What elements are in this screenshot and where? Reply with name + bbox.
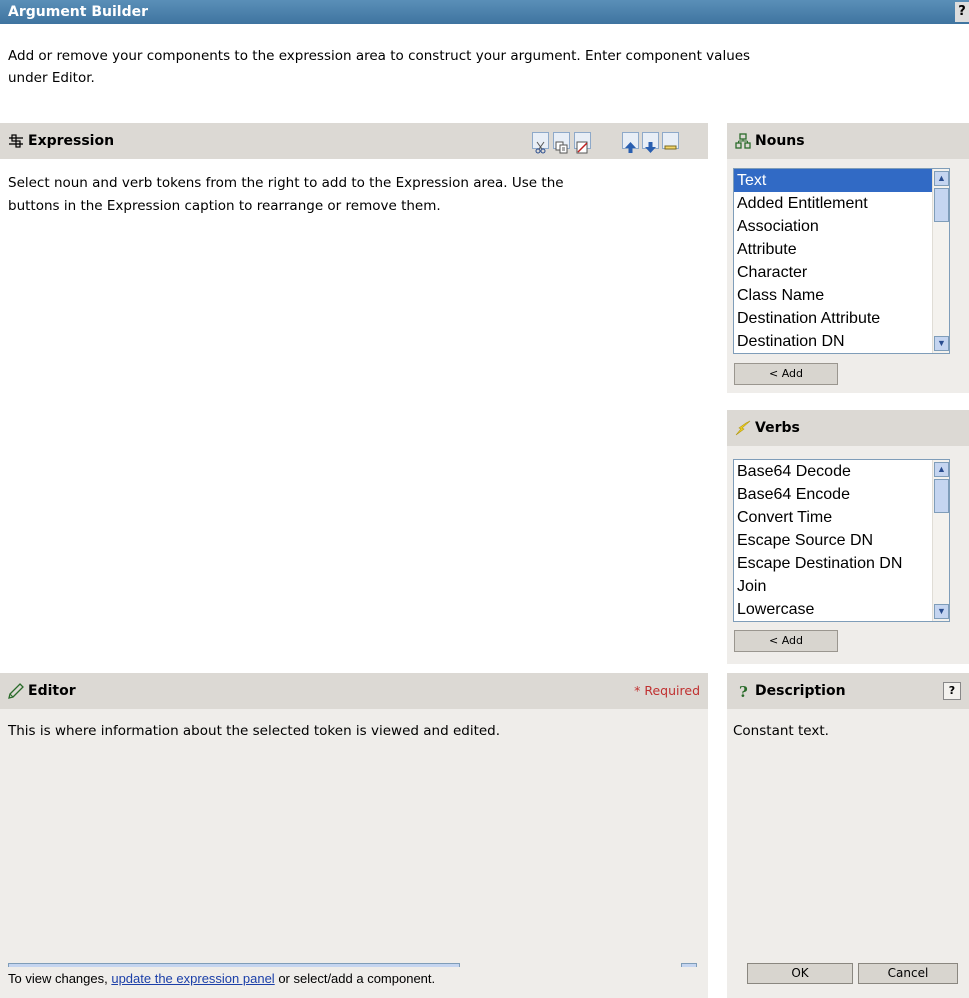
list-item[interactable]: Destination Attribute	[734, 307, 949, 330]
list-item[interactable]: Association	[734, 215, 949, 238]
scroll-up-icon[interactable]: ▲	[934, 462, 949, 477]
update-expression-link[interactable]: update the expression panel	[111, 971, 274, 986]
verbs-title: Verbs	[755, 420, 800, 436]
expression-title: Expression	[28, 133, 115, 149]
required-indicator: * Required	[634, 683, 700, 698]
list-item[interactable]: Class Name	[734, 284, 949, 307]
editor-title: Editor	[28, 683, 76, 699]
list-item[interactable]: Convert Time	[734, 506, 949, 529]
nouns-list[interactable]: Text Added Entitlement Association Attri…	[733, 168, 950, 354]
question-icon: ?	[739, 683, 748, 699]
nouns-icon	[735, 133, 751, 149]
scroll-thumb[interactable]	[934, 188, 949, 222]
svg-text:?: ?	[739, 683, 748, 699]
nouns-title: Nouns	[755, 133, 805, 149]
verbs-list[interactable]: Base64 Decode Base64 Encode Convert Time…	[733, 459, 950, 622]
list-item[interactable]: Attribute	[734, 238, 949, 261]
expression-icon	[9, 134, 23, 148]
editor-info-text: This is where information about the sele…	[8, 723, 501, 739]
window-title-bar: Argument Builder ?	[0, 0, 969, 24]
move-down-icon[interactable]	[642, 132, 659, 153]
editor-header: Editor * Required	[0, 673, 708, 709]
footer-prefix: To view changes,	[8, 971, 112, 986]
scroll-up-icon[interactable]: ▲	[934, 171, 949, 186]
remove-icon[interactable]	[662, 132, 679, 150]
cut-icon[interactable]	[532, 132, 549, 154]
list-item[interactable]: Character	[734, 261, 949, 284]
intro-text-line1: Add or remove your components to the exp…	[8, 48, 751, 64]
list-item[interactable]: Added Entitlement	[734, 192, 949, 215]
expression-help-line2: buttons in the Expression caption to rea…	[8, 198, 441, 214]
pencil-icon	[8, 683, 24, 699]
editor-hscrollbar[interactable]	[8, 963, 460, 967]
list-item[interactable]: Escape Destination DN	[734, 552, 949, 575]
description-panel	[727, 709, 969, 998]
copy-icon[interactable]	[553, 132, 570, 154]
description-header: ? Description ?	[727, 673, 969, 709]
list-item[interactable]: Lowercase	[734, 598, 949, 621]
scroll-down-icon[interactable]: ▼	[934, 604, 949, 619]
lightning-icon	[735, 420, 751, 436]
editor-scroll-right-icon[interactable]	[681, 963, 697, 967]
window-title: Argument Builder	[8, 4, 148, 20]
verbs-scrollbar[interactable]: ▲ ▼	[932, 460, 949, 621]
intro-text-line2: under Editor.	[8, 70, 95, 86]
add-noun-button[interactable]: < Add	[734, 363, 838, 385]
ok-button[interactable]: OK	[747, 963, 853, 984]
list-item[interactable]: Join	[734, 575, 949, 598]
expression-help-line1: Select noun and verb tokens from the rig…	[8, 175, 564, 191]
scroll-thumb[interactable]	[934, 479, 949, 513]
list-item[interactable]: Text	[734, 169, 949, 192]
paste-icon[interactable]	[574, 132, 591, 154]
nouns-scrollbar[interactable]: ▲ ▼	[932, 169, 949, 353]
expression-header: Expression	[0, 123, 708, 159]
footer-suffix: or select/add a component.	[274, 971, 436, 986]
editor-footer: To view changes, update the expression p…	[8, 968, 435, 990]
list-item[interactable]: Base64 Encode	[734, 483, 949, 506]
description-title: Description	[755, 683, 846, 699]
add-verb-button[interactable]: < Add	[734, 630, 838, 652]
cancel-button[interactable]: Cancel	[858, 963, 958, 984]
list-item[interactable]: Destination DN	[734, 330, 949, 353]
scroll-down-icon[interactable]: ▼	[934, 336, 949, 351]
verbs-header: Verbs	[727, 410, 969, 446]
nouns-header: Nouns	[727, 123, 969, 159]
list-item[interactable]: Base64 Decode	[734, 460, 949, 483]
description-help-button[interactable]: ?	[943, 682, 961, 700]
move-up-icon[interactable]	[622, 132, 639, 153]
list-item[interactable]: Escape Source DN	[734, 529, 949, 552]
editor-area[interactable]	[0, 709, 708, 998]
help-button[interactable]: ?	[955, 2, 969, 22]
description-text: Constant text.	[733, 723, 829, 739]
